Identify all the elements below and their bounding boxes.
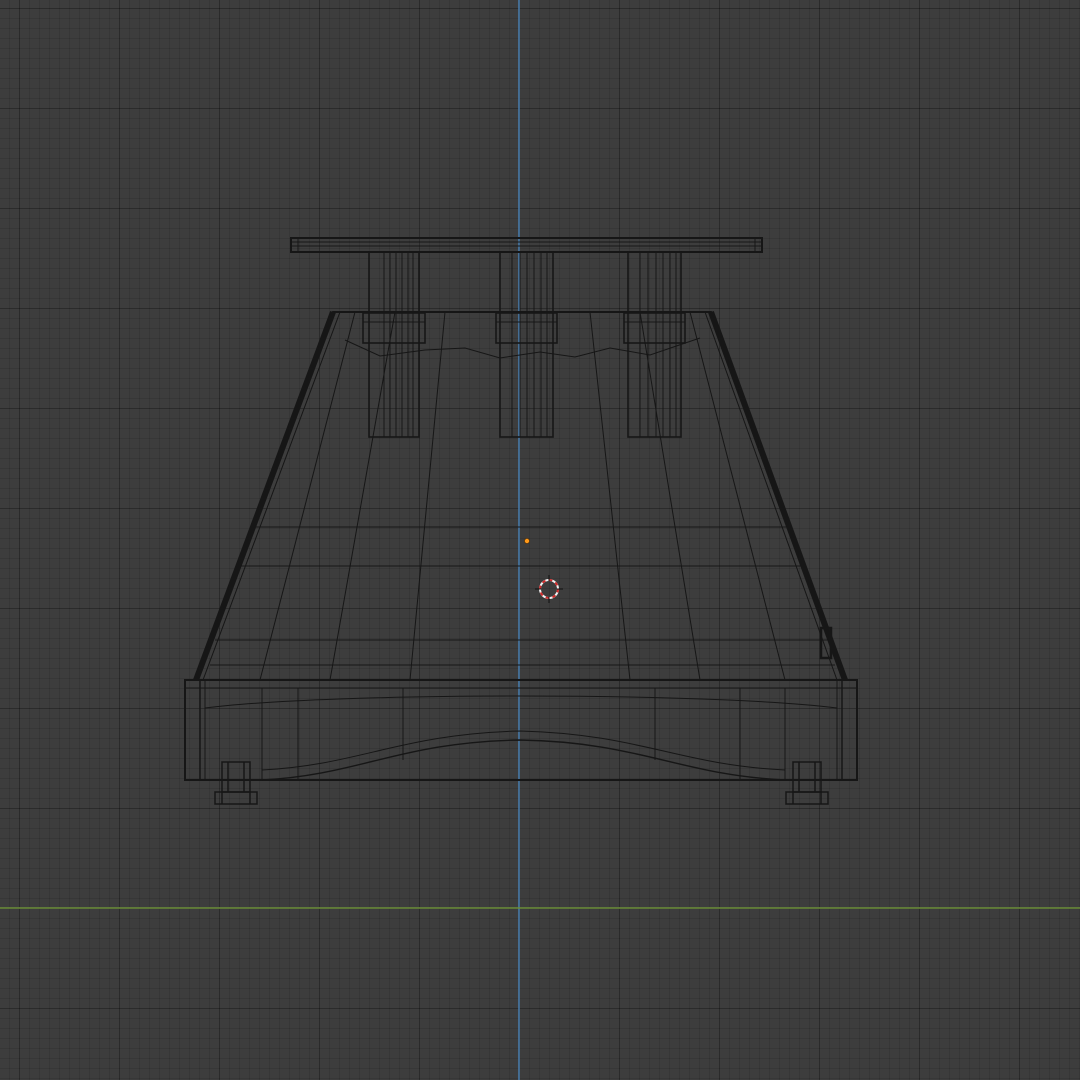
support-post-left[interactable] — [362, 251, 426, 438]
top-plate[interactable] — [290, 237, 763, 253]
wireframe-scene[interactable] — [0, 0, 1080, 1080]
base-block[interactable] — [184, 679, 858, 781]
wireframe-model[interactable] — [184, 237, 858, 805]
origin-point — [524, 538, 530, 544]
3d-cursor-icon[interactable] — [535, 575, 563, 603]
support-post-center[interactable] — [495, 251, 558, 438]
support-post-right[interactable] — [623, 251, 686, 438]
blender-3d-viewport[interactable] — [0, 0, 1080, 1080]
foot-right[interactable] — [785, 761, 829, 805]
foot-left[interactable] — [214, 761, 258, 805]
